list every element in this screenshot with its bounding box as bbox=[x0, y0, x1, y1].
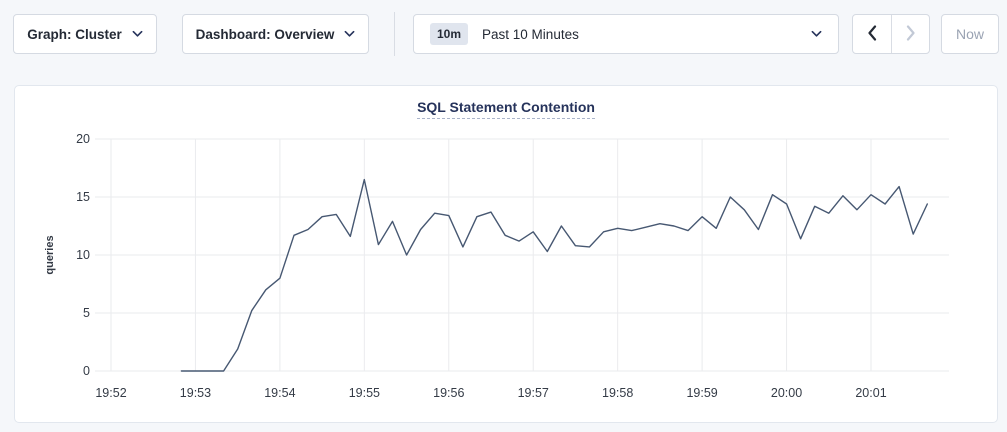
time-range-picker[interactable]: 10m Past 10 Minutes bbox=[413, 14, 839, 54]
time-range-label: Past 10 Minutes bbox=[482, 27, 579, 42]
x-tick-label: 19:57 bbox=[518, 386, 549, 400]
series-line bbox=[181, 180, 927, 371]
toolbar-divider bbox=[394, 12, 395, 56]
x-tick-label: 20:01 bbox=[855, 386, 886, 400]
now-button[interactable]: Now bbox=[941, 14, 999, 54]
x-tick-label: 19:56 bbox=[433, 386, 464, 400]
x-tick-label: 19:54 bbox=[264, 386, 295, 400]
time-back-button[interactable] bbox=[853, 15, 891, 53]
dashboard-label: Dashboard: Overview bbox=[196, 27, 335, 42]
time-forward-button[interactable] bbox=[891, 15, 929, 53]
y-tick-label: 5 bbox=[83, 306, 90, 320]
x-tick-label: 19:58 bbox=[602, 386, 633, 400]
chevron-down-icon bbox=[344, 30, 355, 38]
controls-bar: Graph: Cluster Dashboard: Overview 10m P… bbox=[13, 14, 999, 54]
y-tick-label: 10 bbox=[76, 248, 90, 262]
chevron-down-icon bbox=[811, 30, 822, 38]
x-tick-label: 20:00 bbox=[771, 386, 802, 400]
graph-scope-dropdown[interactable]: Graph: Cluster bbox=[13, 14, 157, 54]
time-nav-group bbox=[852, 14, 930, 54]
sql-contention-chart[interactable]: 0 5 10 15 20 19:52 19:53 19:54 19:55 19:56 19:57 19… bbox=[15, 116, 997, 416]
y-tick-label: 15 bbox=[76, 190, 90, 204]
chevron-down-icon bbox=[132, 30, 143, 38]
y-tick-label: 0 bbox=[83, 364, 90, 378]
chevron-left-icon bbox=[867, 25, 877, 44]
chart-svg: 0 5 10 15 20 19:52 19:53 19:54 19:55 19:56 19:57 19… bbox=[15, 116, 997, 416]
graph-scope-label: Graph: Cluster bbox=[27, 27, 122, 42]
y-axis-label: queries bbox=[44, 235, 56, 274]
x-tick-label: 19:55 bbox=[349, 386, 380, 400]
time-range-badge: 10m bbox=[430, 23, 468, 45]
y-tick-label: 20 bbox=[76, 132, 90, 146]
chart-card: SQL Statement Contention 0510152019:5219… bbox=[14, 85, 998, 423]
dashboard-dropdown[interactable]: Dashboard: Overview bbox=[182, 14, 369, 54]
x-tick-label: 19:53 bbox=[180, 386, 211, 400]
chevron-right-icon bbox=[906, 25, 916, 44]
x-tick-label: 19:52 bbox=[95, 386, 126, 400]
x-tick-label: 19:59 bbox=[686, 386, 717, 400]
